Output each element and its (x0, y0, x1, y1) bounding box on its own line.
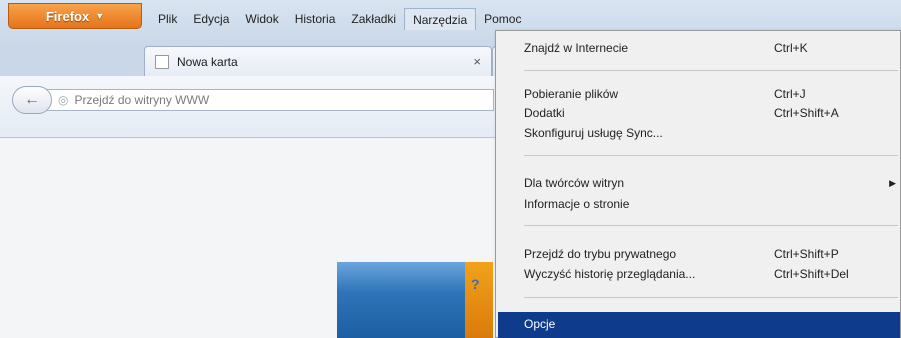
menu-edit[interactable]: Edycja (185, 8, 237, 30)
menu-item-web-developer[interactable]: Dla twórców witryn ▶ (524, 172, 900, 194)
content-image (337, 262, 465, 338)
menu-help[interactable]: Pomoc (476, 8, 529, 30)
content-image-orange: ? (465, 262, 493, 338)
globe-icon: ◎ (58, 93, 69, 107)
menu-tools[interactable]: Narzędzia (404, 8, 477, 30)
menu-item-label: Skonfiguruj usługę Sync... (524, 126, 663, 140)
tab-new-tab[interactable]: Nowa karta × (144, 46, 492, 76)
menu-item-label: Dla twórców witryn (524, 176, 625, 190)
blank-page-icon (155, 54, 169, 69)
menu-item-label: Znajdź w Internecie (524, 41, 629, 55)
menu-item-options[interactable]: Opcje (498, 312, 900, 338)
menu-separator (524, 70, 898, 71)
menu-item-shortcut: Ctrl+Shift+Del (774, 267, 849, 281)
menu-file[interactable]: Plik (150, 8, 185, 30)
menu-gutter (496, 31, 523, 337)
menu-item-shortcut: Ctrl+Shift+A (774, 106, 839, 120)
menu-item-label: Informacje o stronie (524, 197, 630, 211)
menu-history[interactable]: Historia (287, 8, 344, 30)
close-icon[interactable]: × (473, 54, 481, 69)
tools-dropdown-menu: Znajdź w Internecie Ctrl+K Pobieranie pl… (495, 30, 901, 338)
menu-separator (524, 225, 898, 226)
menu-item-shortcut: Ctrl+J (774, 87, 806, 101)
menu-item-label: Przejdź do trybu prywatnego (524, 247, 677, 261)
tab-title: Nowa karta (177, 54, 238, 69)
menu-item-search-web[interactable]: Znajdź w Internecie Ctrl+K (524, 37, 900, 59)
menu-separator (524, 155, 898, 156)
content-image-glyph: ? (471, 276, 480, 292)
menu-item-sync[interactable]: Skonfiguruj usługę Sync... (524, 122, 900, 144)
menu-item-label: Wyczyść historię przeglądania... (524, 267, 696, 281)
chevron-down-icon: ▼ (95, 11, 105, 21)
menu-item-private-browsing[interactable]: Przejdź do trybu prywatnego Ctrl+Shift+P (524, 243, 900, 265)
menu-view[interactable]: Widok (237, 8, 286, 30)
menu-item-label: Opcje (524, 317, 556, 331)
url-placeholder: Przejdź do witryny WWW (74, 93, 210, 107)
menu-item-page-info[interactable]: Informacje o stronie (524, 193, 900, 215)
firefox-button-label: Firefox (45, 8, 90, 24)
menu-bar: Plik Edycja Widok Historia Zakładki Narz… (150, 8, 529, 30)
menu-item-addons[interactable]: Dodatki Ctrl+Shift+A (524, 102, 900, 124)
submenu-arrow-icon: ▶ (889, 177, 896, 188)
menu-item-label: Pobieranie plików (524, 87, 619, 101)
menu-item-clear-history[interactable]: Wyczyść historię przeglądania... Ctrl+Sh… (524, 263, 900, 285)
back-arrow-icon: ← (24, 91, 40, 108)
menu-bookmarks[interactable]: Zakładki (343, 8, 404, 30)
menu-item-label: Dodatki (524, 106, 565, 120)
menu-item-shortcut: Ctrl+Shift+P (774, 247, 839, 261)
firefox-menu-button[interactable]: Firefox ▼ (8, 3, 142, 29)
back-button[interactable]: ← (12, 86, 52, 114)
menu-item-shortcut: Ctrl+K (774, 41, 808, 55)
menu-separator (524, 297, 898, 298)
url-bar[interactable]: ◎ Przejdź do witryny WWW (44, 89, 494, 111)
